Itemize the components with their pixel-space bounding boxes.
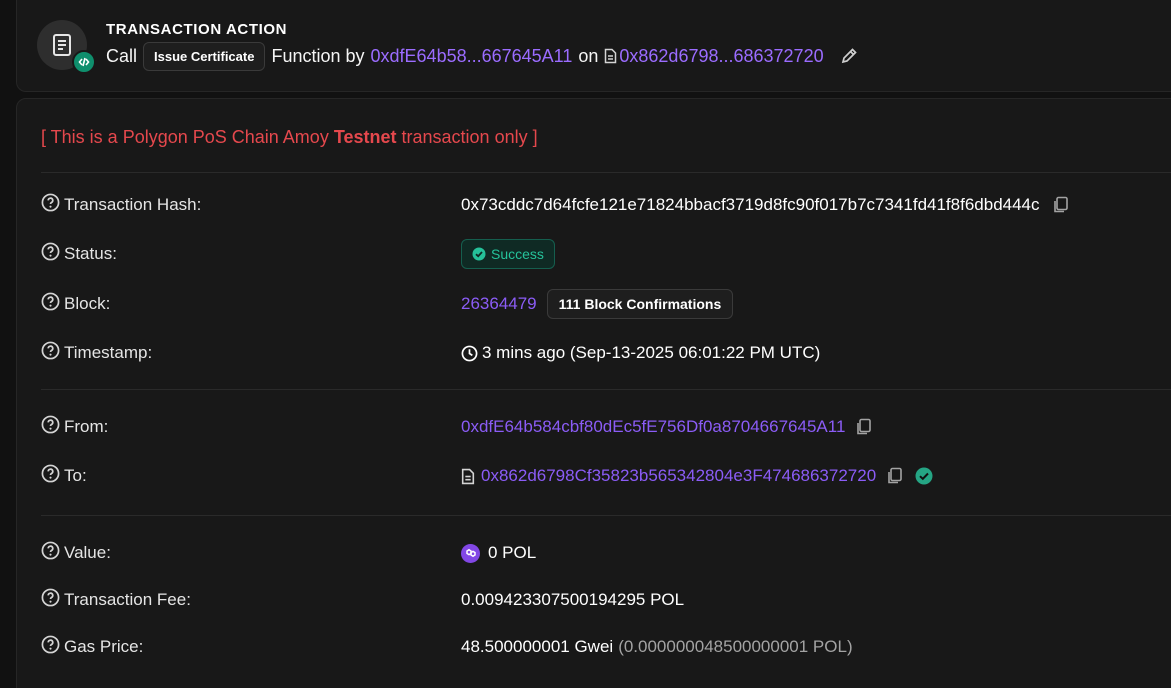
verified-contract-icon: [915, 467, 933, 485]
row-gas-price: Gas Price: 48.500000001 Gwei (0.00000004…: [41, 631, 1171, 663]
help-icon[interactable]: [41, 588, 60, 612]
transaction-fee-value: 0.00942330750019429​5 POL: [461, 590, 685, 609]
help-icon[interactable]: [41, 193, 60, 217]
help-icon[interactable]: [41, 415, 60, 439]
row-value: Value: 0 POL: [41, 537, 1171, 569]
help-icon[interactable]: [41, 541, 60, 565]
row-transaction-hash: Transaction Hash: 0x73cddc7d64fcfe121e71…: [41, 189, 1171, 221]
from-address-link[interactable]: 0xdfE64b58...667645A11: [371, 46, 573, 67]
transaction-action-card: TRANSACTION ACTION Call Issue Certificat…: [16, 0, 1171, 92]
action-title: TRANSACTION ACTION: [106, 21, 288, 38]
row-to: To: 0x862d6798Cf35823b565342804e3F474686…: [41, 460, 1171, 492]
edit-pencil-icon[interactable]: [840, 47, 858, 65]
status-text: Success: [491, 246, 544, 262]
copy-icon[interactable]: [855, 418, 872, 436]
copy-icon[interactable]: [886, 467, 903, 485]
contract-file-icon: [604, 48, 617, 64]
to-address-link[interactable]: 0x862d6798Cf35823b565342804e3F4746863727…: [481, 466, 876, 486]
polygon-token-icon: [461, 543, 480, 563]
check-circle-icon: [472, 247, 486, 261]
from-label: From:: [64, 417, 109, 436]
copy-icon[interactable]: [1052, 196, 1069, 214]
transaction-hash-label: Transaction Hash:: [64, 195, 202, 214]
divider: [41, 389, 1171, 390]
help-icon[interactable]: [41, 341, 60, 365]
transaction-fee-label: Transaction Fee:: [64, 590, 191, 609]
help-icon[interactable]: [41, 464, 60, 488]
on-label: on: [578, 45, 599, 66]
block-label: Block:: [64, 294, 111, 313]
value-label: Value:: [64, 543, 111, 562]
testnet-notice-highlight: Testnet: [333, 127, 397, 147]
help-icon[interactable]: [41, 292, 60, 316]
timestamp-value: 3 mins ago (Sep-13-2025 06:01:22 PM UTC): [482, 343, 821, 362]
value-amount: 0 POL: [488, 543, 537, 562]
method-badge[interactable]: Issue Certificate: [143, 41, 266, 71]
status-badge: Success: [461, 239, 555, 269]
row-from: From: 0xdfE64b584cbf80dEc5fE756Df0a87046…: [41, 411, 1171, 443]
testnet-notice-suffix: transaction only ]: [396, 127, 538, 147]
testnet-notice-prefix: [ This is a Polygon PoS Chain Amoy: [41, 127, 334, 147]
block-confirmations-badge: 111 Block Confirmations: [546, 289, 734, 319]
gas-price-label: Gas Price:: [64, 637, 144, 656]
divider: [41, 172, 1171, 173]
help-icon[interactable]: [41, 635, 60, 659]
to-label: To:: [64, 466, 87, 485]
row-timestamp: Timestamp: 3 mins ago (Sep-13-2025 06:01…: [41, 337, 1171, 369]
timestamp-label: Timestamp:: [64, 343, 153, 362]
transaction-details-card: [ This is a Polygon PoS Chain Amoy Testn…: [16, 98, 1171, 688]
testnet-notice: [ This is a Polygon PoS Chain Amoy Testn…: [41, 127, 538, 148]
gas-price-value: 48.500000001 Gwei: [461, 637, 614, 656]
function-by-label: Function by: [271, 45, 365, 66]
gas-price-pol: (0.000000048500000001 POL): [618, 637, 853, 656]
from-address-link[interactable]: 0xdfE64b584cbf80dEc5fE756Df0a8704667645A…: [461, 417, 845, 437]
code-icon: [72, 50, 96, 74]
clock-icon: [461, 345, 478, 362]
call-label: Call: [106, 45, 138, 66]
row-transaction-fee: Transaction Fee: 0.00942330750019429​5 P…: [41, 584, 1171, 616]
contract-file-icon: [461, 468, 475, 485]
contract-address-link[interactable]: 0x862d6798...686372720: [619, 46, 823, 67]
block-number-link[interactable]: 26364479: [461, 294, 537, 314]
status-label: Status:: [64, 244, 117, 263]
row-status: Status: Success: [41, 238, 1171, 270]
help-icon[interactable]: [41, 242, 60, 266]
divider: [41, 515, 1171, 516]
row-block: Block: 26364479 111 Block Confirmations: [41, 288, 1171, 320]
action-summary: Call Issue Certificate Function by 0xdfE…: [106, 41, 864, 71]
transaction-hash-value: 0x73cddc7d64fcfe121e71824bbacf3719d8fc90…: [461, 195, 1040, 214]
